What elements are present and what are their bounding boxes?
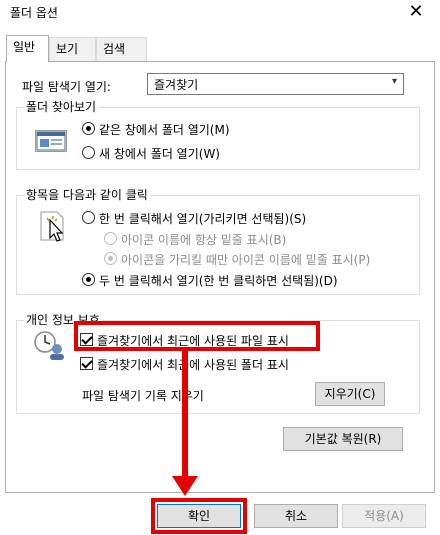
tab-view[interactable]: 보기	[49, 37, 96, 61]
radio-underline-hover[interactable]	[104, 252, 117, 265]
window-title: 폴더 옵션	[10, 6, 58, 20]
tab-search[interactable]: 검색	[96, 37, 147, 61]
apply-button[interactable]: 적용(A)	[342, 504, 426, 528]
radio-new-window[interactable]	[82, 146, 95, 159]
close-icon[interactable]: ✕	[406, 0, 426, 24]
highlight-box-recent-files	[74, 321, 320, 351]
highlight-box-ok	[151, 498, 247, 534]
radio-new-window-label[interactable]: 새 창에서 폴더 열기(W)	[99, 145, 220, 162]
check-recent-folders-label[interactable]: 즐겨찾기에서 최근에 사용된 폴더 표시	[97, 356, 289, 373]
click-items-title: 항목을 다음과 같이 클릭	[24, 188, 150, 202]
clear-history-button[interactable]: 지우기(C)	[315, 382, 385, 406]
radio-single-click[interactable]	[82, 211, 95, 224]
folder-window-icon	[35, 130, 67, 152]
radio-underline-always[interactable]	[104, 232, 117, 245]
annotation-arrow-shaft	[182, 349, 188, 479]
restore-defaults-button[interactable]: 기본값 복원(R)	[283, 427, 403, 451]
explorer-open-select[interactable]: 즐겨찾기 ▾	[147, 73, 404, 95]
radio-double-click[interactable]	[82, 273, 95, 286]
radio-underline-hover-label[interactable]: 아이콘을 가리킬 때만 아이콘 이름에 밑줄 표시(P)	[121, 251, 370, 268]
radio-underline-always-label[interactable]: 아이콘 이름에 항상 밑줄 표시(B)	[121, 231, 286, 248]
browse-folders-title: 폴더 찾아보기	[24, 100, 99, 114]
clock-user-icon	[33, 330, 67, 360]
annotation-arrow-icon	[172, 476, 198, 496]
tab-general[interactable]: 일반	[6, 35, 49, 62]
explorer-open-value: 즐겨찾기	[154, 78, 199, 92]
radio-single-click-label[interactable]: 한 번 클릭해서 열기(가리키면 선택됨)(S)	[99, 210, 306, 227]
radio-double-click-label[interactable]: 두 번 클릭해서 열기(한 번 클릭하면 선택됨)(D)	[99, 272, 338, 289]
radio-same-window[interactable]	[82, 122, 95, 135]
radio-same-window-label[interactable]: 같은 창에서 폴더 열기(M)	[99, 121, 230, 138]
explorer-open-label: 파일 탐색기 열기:	[22, 80, 111, 94]
check-recent-folders[interactable]	[80, 357, 93, 370]
pointer-click-icon	[35, 210, 69, 244]
cancel-button[interactable]: 취소	[254, 504, 338, 528]
chevron-down-icon: ▾	[391, 76, 397, 87]
